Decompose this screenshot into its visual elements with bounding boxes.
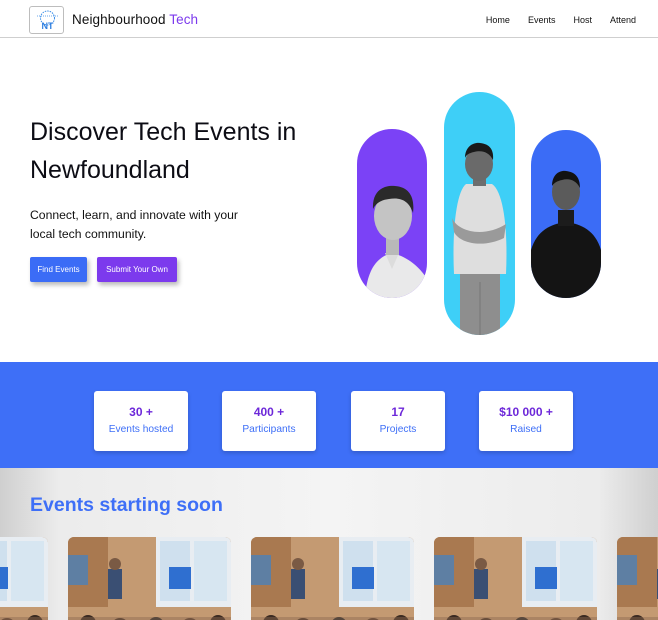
event-card-image — [68, 537, 231, 620]
stat-card-raised: $10 000 + Raised — [479, 391, 573, 451]
event-card-image — [617, 537, 658, 620]
events-section-title: Events starting soon — [30, 494, 223, 516]
events-section: Events starting soon — [0, 468, 658, 620]
hero-subtitle: Connect, learn, and innovate with your l… — [30, 208, 238, 241]
event-card[interactable] — [617, 537, 658, 620]
brand-accent: Tech — [169, 12, 199, 27]
stat-card-participants: 400 + Participants — [222, 391, 316, 451]
top-navbar: NT Neighbourhood Tech Home Events Host A… — [0, 0, 658, 38]
event-card-image — [434, 537, 597, 620]
stat-label: Participants — [242, 424, 296, 435]
find-events-button[interactable]: Find Events — [30, 257, 87, 282]
hero-photo-person-3 — [531, 130, 601, 298]
stat-value: $10 000 + — [499, 405, 553, 419]
nav-link-home[interactable]: Home — [486, 15, 510, 25]
stat-card-events: 30 + Events hosted — [94, 391, 188, 451]
nav-link-attend[interactable]: Attend — [610, 15, 636, 25]
event-card[interactable] — [68, 537, 231, 620]
submit-your-own-button[interactable]: Submit Your Own — [97, 257, 177, 282]
stat-value: 17 — [391, 405, 405, 419]
brand-main: Neighbourhood — [72, 12, 166, 27]
logo-letters: NT — [42, 21, 54, 31]
hero-title: Discover Tech Events in Newfoundland — [30, 118, 297, 184]
stat-label: Projects — [379, 424, 417, 435]
stats-banner: 30 + Events hosted 400 + Participants 17… — [0, 362, 658, 468]
logo-icon[interactable]: NT — [29, 6, 64, 34]
stat-label: Events hosted — [108, 424, 174, 435]
event-card-image — [251, 537, 414, 620]
nav-link-host[interactable]: Host — [573, 15, 592, 25]
event-card[interactable] — [0, 537, 48, 620]
hero-photo-person-1 — [357, 129, 427, 298]
hero-photo-person-2 — [444, 92, 515, 335]
stat-card-projects: 17 Projects — [351, 391, 445, 451]
stat-label: Raised — [510, 424, 542, 435]
event-card[interactable] — [434, 537, 597, 620]
stat-value: 400 + — [253, 405, 285, 419]
nav-link-events[interactable]: Events — [528, 15, 556, 25]
brand-name[interactable]: Neighbourhood Tech — [72, 12, 198, 27]
nav-links: Home Events Host Attend — [486, 15, 636, 25]
event-card[interactable] — [251, 537, 414, 620]
stat-value: 30 + — [129, 405, 153, 419]
event-card-image — [0, 537, 48, 620]
